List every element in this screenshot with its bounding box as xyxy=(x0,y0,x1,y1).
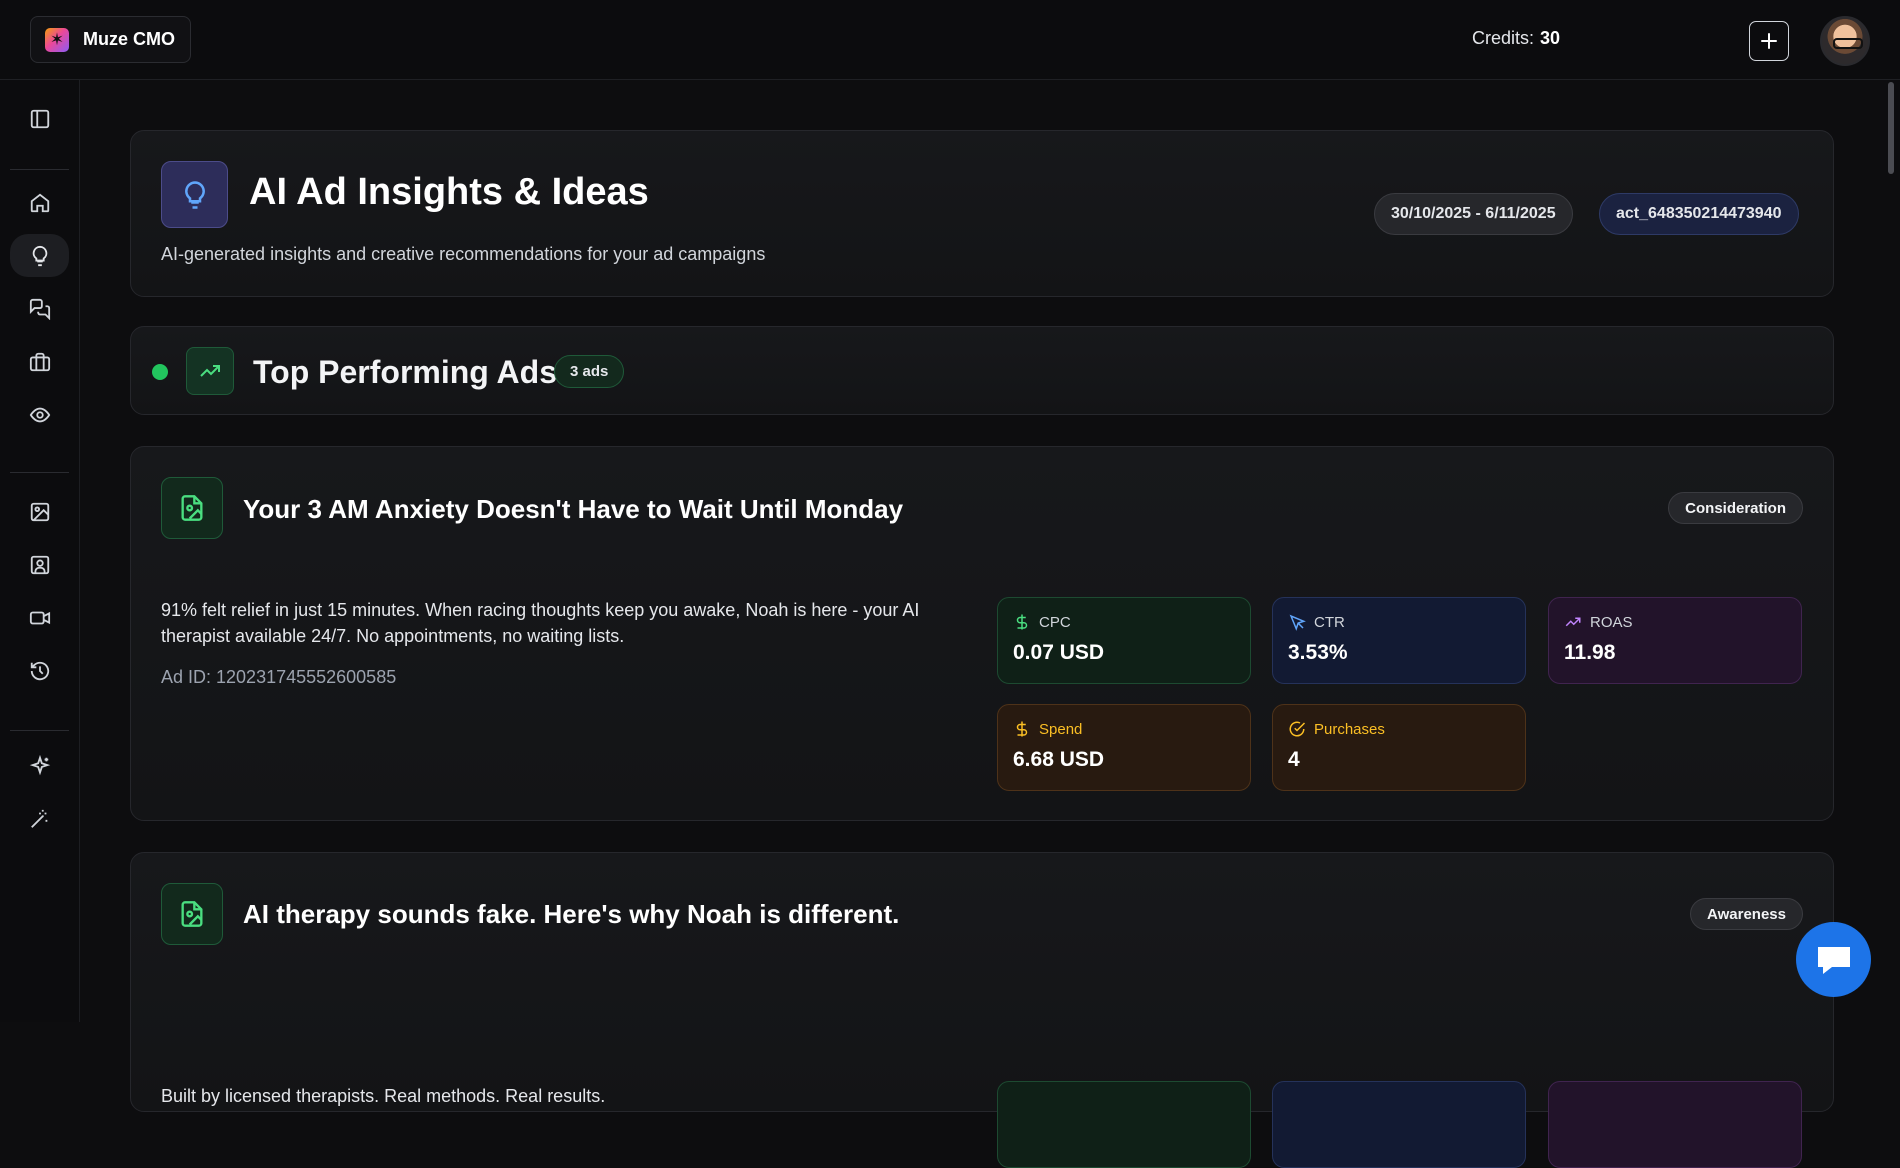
metric-label: CTR xyxy=(1314,613,1345,631)
funnel-stage-badge: Consideration xyxy=(1668,492,1803,524)
metric-card xyxy=(1272,1081,1526,1168)
home-icon xyxy=(30,193,49,212)
top-ads-section-header: Top Performing Ads 3 ads xyxy=(130,326,1834,415)
sidebar-item-insights[interactable] xyxy=(10,234,69,277)
ad-id: Ad ID: 120231745552600585 xyxy=(161,667,397,687)
sidebar-item-contacts[interactable] xyxy=(10,543,69,586)
metric-card xyxy=(997,1081,1251,1168)
top-bar: ✶ Muze CMO Credits: 30 xyxy=(0,0,1900,80)
metric-value: 3.53% xyxy=(1288,641,1348,664)
sidebar-item-chat[interactable] xyxy=(10,287,69,330)
sidebar-divider xyxy=(10,730,69,731)
metric-label: Purchases xyxy=(1314,720,1385,738)
ad-body-text: 91% felt relief in just 15 minutes. When… xyxy=(161,600,920,646)
add-credits-button[interactable] xyxy=(1749,21,1789,61)
sidebar-item-ai-sparkles[interactable] xyxy=(10,744,69,787)
page-title: AI Ad Insights & Ideas xyxy=(249,171,649,213)
metric-value: 6.68 USD xyxy=(1013,748,1105,771)
sidebar-item-video[interactable] xyxy=(10,596,69,639)
file-image-icon xyxy=(181,495,203,521)
dollar-icon xyxy=(1016,614,1028,630)
metric-label: CPC xyxy=(1039,613,1071,631)
ad-creative-badge xyxy=(161,477,223,539)
credits-label: Credits: xyxy=(1471,28,1534,48)
credits-display: Credits: 30 xyxy=(1472,28,1560,49)
sidebar-item-magic-wand[interactable] xyxy=(10,797,69,840)
section-title: Top Performing Ads xyxy=(253,354,557,390)
ad-title: AI therapy sounds fake. Here's why Noah … xyxy=(243,899,900,929)
metric-card xyxy=(1548,1081,1802,1168)
insights-badge xyxy=(161,161,228,228)
metric-label: ROAS xyxy=(1590,613,1633,631)
metric-card-spend: Spend 6.68 USD xyxy=(997,704,1251,791)
plus-icon xyxy=(1761,33,1777,49)
sidebar-divider xyxy=(10,472,69,473)
briefcase-icon xyxy=(29,352,50,371)
ad-title: Your 3 AM Anxiety Doesn't Have to Wait U… xyxy=(243,494,904,524)
sidebar-item-images[interactable] xyxy=(10,490,69,533)
panel-icon xyxy=(30,109,49,128)
sidebar-item-history[interactable] xyxy=(10,649,69,692)
ads-count-badge: 3 ads xyxy=(554,355,625,388)
sidebar-item-monitor[interactable] xyxy=(10,393,69,436)
metric-value: 0.07 USD xyxy=(1013,641,1105,664)
credits-value: 30 xyxy=(1539,28,1560,48)
lightbulb-icon xyxy=(32,245,47,266)
lightbulb-icon xyxy=(184,180,205,209)
metric-card-cpc: CPC 0.07 USD xyxy=(997,597,1251,684)
date-range-badge[interactable]: 30/10/2025 - 6/11/2025 xyxy=(1374,193,1573,235)
scrollbar-thumb[interactable] xyxy=(1888,82,1894,174)
status-dot xyxy=(152,364,168,380)
sparkles-icon xyxy=(29,754,50,775)
user-square-icon xyxy=(30,555,49,574)
cursor-click-icon xyxy=(1289,614,1306,631)
ad-card: Your 3 AM Anxiety Doesn't Have to Wait U… xyxy=(130,446,1834,821)
metric-card-roas: ROAS 11.98 xyxy=(1548,597,1802,684)
eye-icon xyxy=(29,407,50,422)
ad-card: AI therapy sounds fake. Here's why Noah … xyxy=(130,852,1834,1168)
sidebar-item-briefcase[interactable] xyxy=(10,340,69,383)
metric-value: 4 xyxy=(1288,748,1300,771)
messages-icon xyxy=(29,298,50,320)
ad-account-badge[interactable]: act_648350214473940 xyxy=(1599,193,1799,235)
file-image-icon xyxy=(181,901,203,927)
app-switcher-button[interactable]: ✶ Muze CMO xyxy=(30,16,191,63)
app-name: Muze CMO xyxy=(83,29,175,49)
main-content: AI Ad Insights & Ideas AI-generated insi… xyxy=(80,80,1880,1168)
metric-label: Spend xyxy=(1039,720,1083,738)
trend-badge xyxy=(186,347,234,395)
sidebar xyxy=(0,80,80,1022)
metric-card-purchases: Purchases 4 xyxy=(1272,704,1526,791)
trending-up-icon xyxy=(200,365,220,377)
ad-creative-badge xyxy=(161,883,223,945)
image-icon xyxy=(30,502,49,521)
page-header-card: AI Ad Insights & Ideas AI-generated insi… xyxy=(130,130,1834,297)
video-icon xyxy=(29,611,50,624)
funnel-stage-badge: Awareness xyxy=(1690,898,1803,930)
chat-icon xyxy=(1817,946,1850,974)
dollar-icon xyxy=(1016,721,1028,737)
metric-card-ctr: CTR 3.53% xyxy=(1272,597,1526,684)
sidebar-toggle-button[interactable] xyxy=(10,97,69,140)
sidebar-divider xyxy=(10,169,69,170)
page-subtitle: AI-generated insights and creative recom… xyxy=(161,244,766,264)
wand-icon xyxy=(30,809,47,828)
sidebar-item-home[interactable] xyxy=(10,181,69,224)
check-circle-icon xyxy=(1289,721,1306,737)
history-icon xyxy=(30,661,49,680)
muze-logo-icon: ✶ xyxy=(45,27,69,52)
user-avatar[interactable] xyxy=(1820,16,1870,66)
metric-value: 11.98 xyxy=(1564,641,1616,664)
ad-body-text: Built by licensed therapists. Real metho… xyxy=(161,1086,606,1106)
trending-up-icon xyxy=(1565,617,1581,627)
support-chat-button[interactable] xyxy=(1796,922,1871,997)
